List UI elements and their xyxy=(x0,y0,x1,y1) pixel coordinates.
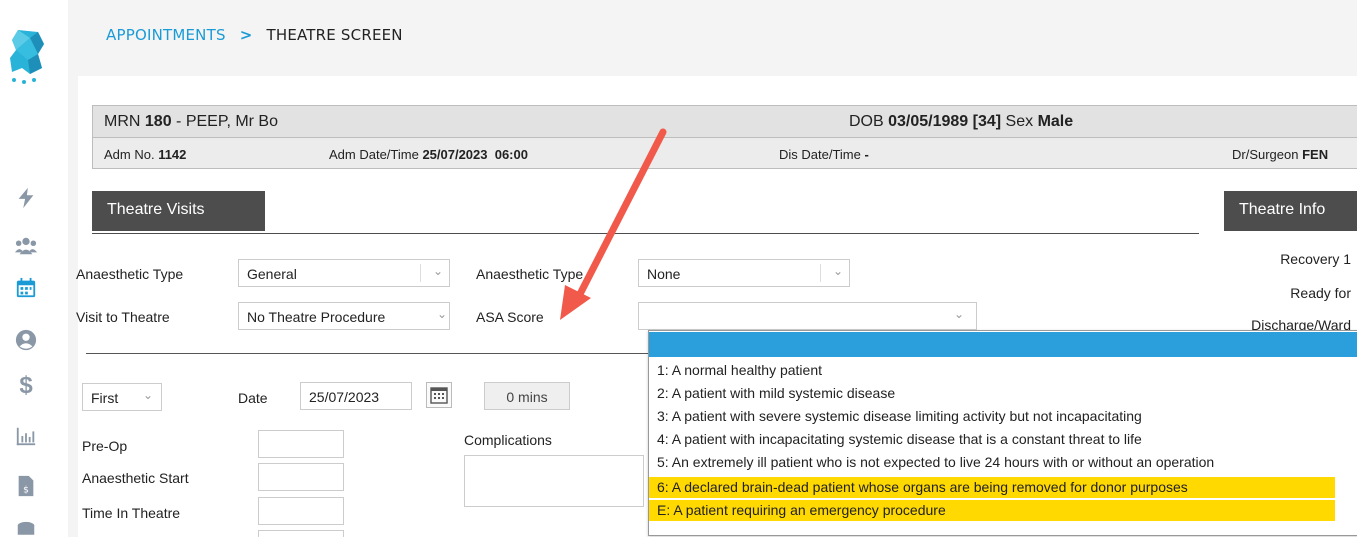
adm-dt-value: 25/07/2023 06:00 xyxy=(422,147,528,162)
date-input[interactable]: 25/07/2023 xyxy=(300,382,412,410)
breadcrumb: APPOINTMENTS > THEATRE SCREEN xyxy=(106,26,403,44)
user-circle-icon[interactable] xyxy=(14,328,38,352)
asa-option-1[interactable]: 1: A normal healthy patient xyxy=(649,360,1335,381)
patient-name: - PEEP, Mr Bo xyxy=(171,113,278,130)
mrn-label: MRN xyxy=(104,113,145,130)
calendar-icon[interactable] xyxy=(14,276,38,300)
chevron-down-icon: ⌄ xyxy=(432,264,443,278)
calendar-icon[interactable] xyxy=(426,382,452,408)
anaesthetic-type-select[interactable]: General ⌄ xyxy=(238,259,450,287)
surgeon-value: FEN xyxy=(1302,147,1329,162)
surgeon-label: Dr/Surgeon xyxy=(1232,147,1303,162)
complications-textarea[interactable] xyxy=(464,455,644,507)
dis-dt-value: - xyxy=(864,147,869,162)
breadcrumb-appointments[interactable]: APPOINTMENTS xyxy=(106,26,226,44)
tab-theatre-visits[interactable]: Theatre Visits xyxy=(92,191,265,231)
anaesthetic-type2-label: Anaesthetic Type xyxy=(476,266,584,282)
sidebar: $ $ xyxy=(0,0,52,537)
adm-no: Adm No. 1142 xyxy=(104,147,186,162)
asa-option-e[interactable]: E: A patient requiring an emergency proc… xyxy=(649,500,1335,521)
dollar-icon[interactable]: $ xyxy=(14,372,38,399)
select-divider xyxy=(820,264,821,282)
chevron-down-icon: ⌄ xyxy=(142,388,153,402)
time-in-theatre-input[interactable] xyxy=(258,497,344,525)
chevron-down-icon: ⌄ xyxy=(432,307,447,321)
asa-option-6[interactable]: 6: A declared brain-dead patient whose o… xyxy=(649,477,1335,498)
database-icon[interactable] xyxy=(14,520,38,537)
complications-label: Complications xyxy=(464,432,552,448)
asa-option-4[interactable]: 4: A patient with incapacitating systemi… xyxy=(649,429,1335,450)
duration-display: 0 mins xyxy=(484,382,570,410)
anaesthetic-type2-value: None xyxy=(647,266,681,282)
dis-datetime: Dis Date/Time - xyxy=(779,147,869,162)
tab-theatre-info[interactable]: Theatre Info xyxy=(1224,191,1357,231)
anaesthetic-start-input[interactable] xyxy=(258,463,344,491)
patient-dob: DOB 03/05/1989 [34] Sex Male xyxy=(849,113,1073,131)
adm-no-label: Adm No. xyxy=(104,147,159,162)
anaesthetic-start-label: Anaesthetic Start xyxy=(82,470,189,486)
invoice-icon[interactable]: $ xyxy=(14,474,38,498)
bolt-icon[interactable] xyxy=(14,186,38,210)
chart-icon[interactable] xyxy=(14,424,38,448)
theatre-screen-content: MRN 180 - PEEP, Mr Bo DOB 03/05/1989 [34… xyxy=(76,76,1357,537)
dob-value: 03/05/1989 [34] xyxy=(888,113,1002,130)
anaesthetic-type2-select[interactable]: None ⌄ xyxy=(638,259,850,287)
users-icon[interactable] xyxy=(14,234,38,258)
tab-divider xyxy=(92,233,1199,234)
breadcrumb-separator: > xyxy=(239,26,253,44)
anaesthetic-type-value: General xyxy=(247,266,297,282)
asa-option-5[interactable]: 5: An extremely ill patient who is not e… xyxy=(649,452,1335,473)
mrn-value: 180 xyxy=(144,113,172,130)
recovery-label: Recovery 1 xyxy=(1280,251,1351,267)
main-panel: APPOINTMENTS > THEATRE SCREEN MRN 180 - … xyxy=(68,0,1357,537)
asa-score-label: ASA Score xyxy=(476,309,544,325)
chevron-down-icon: ⌄ xyxy=(953,307,964,321)
date-label: Date xyxy=(238,390,268,406)
anaesthetic-type-label: Anaesthetic Type xyxy=(76,266,184,282)
asa-option-blank[interactable] xyxy=(649,332,1357,357)
svg-text:$: $ xyxy=(23,484,29,495)
adm-no-value: 1142 xyxy=(158,147,187,162)
pre-op-label: Pre-Op xyxy=(82,438,128,454)
adm-datetime: Adm Date/Time 25/07/2023 06:00 xyxy=(329,147,528,162)
dob-label: DOB xyxy=(849,113,889,130)
visit-order-value: First xyxy=(91,390,119,406)
visit-order-select[interactable]: First ⌄ xyxy=(82,383,162,411)
time-in-theatre-label: Time In Theatre xyxy=(82,505,181,521)
visit-to-theatre-value: No Theatre Procedure xyxy=(247,309,386,325)
surgeon: Dr/Surgeon FEN xyxy=(1232,147,1328,162)
patient-mrn: MRN 180 - PEEP, Mr Bo xyxy=(104,113,278,131)
chevron-down-icon: ⌄ xyxy=(832,264,843,278)
asa-score-dropdown: 1: A normal healthy patient 2: A patient… xyxy=(648,330,1357,536)
visit-to-theatre-select[interactable]: No Theatre Procedure ⌄ xyxy=(238,302,450,330)
ready-for-label: Ready for xyxy=(1290,285,1351,301)
adm-dt-label: Adm Date/Time xyxy=(329,147,423,162)
dis-dt-label: Dis Date/Time xyxy=(779,147,865,162)
extra-time-input[interactable] xyxy=(258,530,344,537)
sex-value: Male xyxy=(1037,113,1074,130)
sex-label: Sex xyxy=(1001,113,1038,130)
asa-option-2[interactable]: 2: A patient with mild systemic disease xyxy=(649,383,1335,404)
select-divider xyxy=(420,264,421,282)
patient-header: MRN 180 - PEEP, Mr Bo DOB 03/05/1989 [34… xyxy=(92,105,1357,138)
breadcrumb-current: THEATRE SCREEN xyxy=(266,26,403,44)
asa-score-select[interactable]: ⌄ xyxy=(638,302,977,330)
pre-op-input[interactable] xyxy=(258,430,344,458)
visit-to-theatre-label: Visit to Theatre xyxy=(76,309,170,325)
admission-bar: Adm No. 1142 Adm Date/Time 25/07/2023 06… xyxy=(92,138,1357,169)
asa-option-3[interactable]: 3: A patient with severe systemic diseas… xyxy=(649,406,1335,427)
app-logo xyxy=(10,30,44,84)
